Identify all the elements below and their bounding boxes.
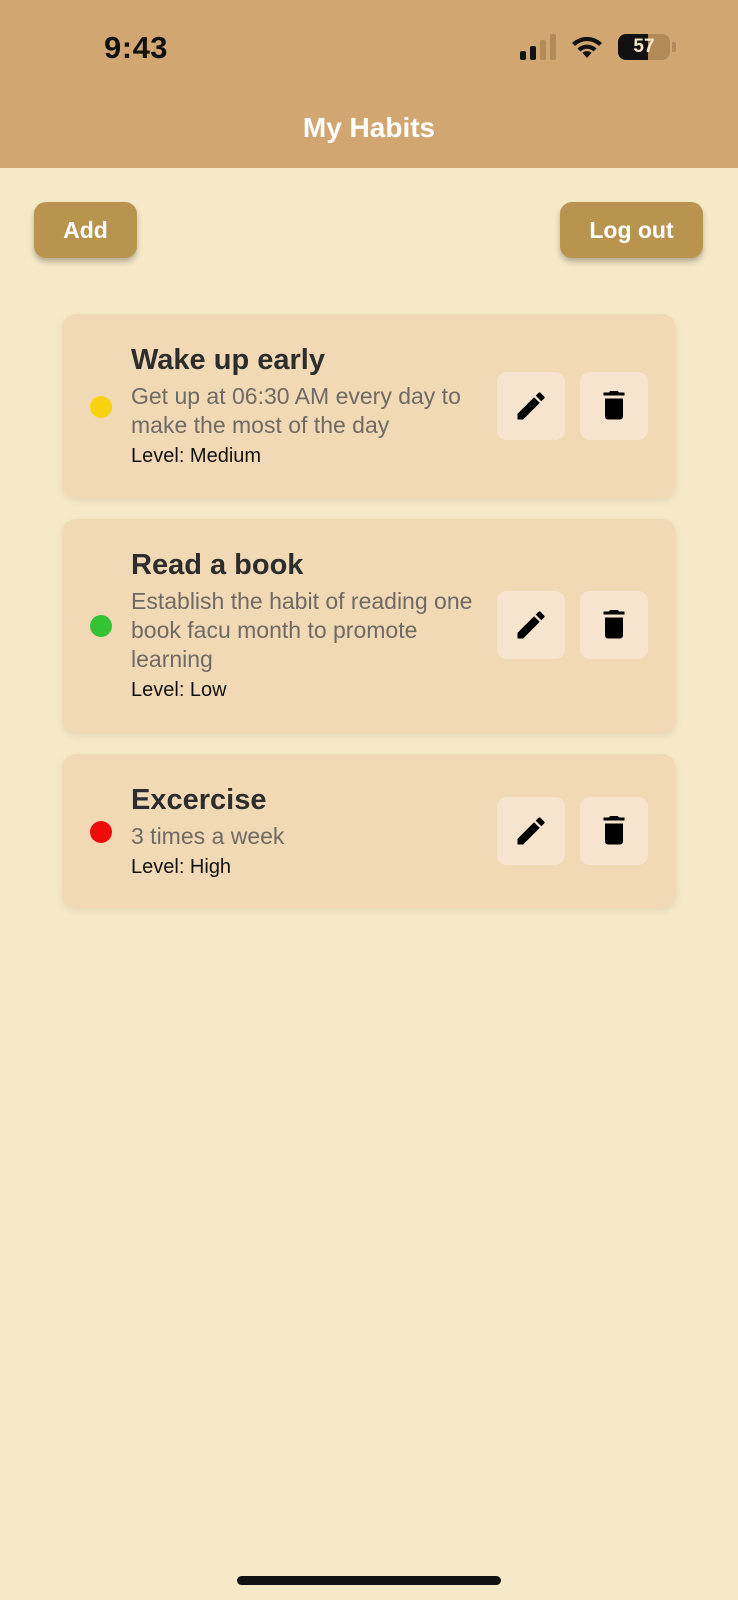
battery-cap [672, 42, 676, 52]
pencil-icon [517, 392, 545, 420]
pencil-icon [517, 611, 545, 639]
habit-card: Wake up early Get up at 06:30 AM every d… [62, 314, 676, 498]
delete-button[interactable] [580, 372, 648, 440]
edit-button[interactable] [497, 372, 565, 440]
trash-icon [603, 816, 625, 845]
habit-description: Get up at 06:30 AM every day to make the… [131, 383, 461, 438]
habit-level: Level: High [131, 856, 232, 878]
delete-button[interactable] [580, 797, 648, 865]
logout-button[interactable]: Log out [560, 202, 703, 258]
page-title: My Habits [302, 112, 436, 143]
habit-level: Level: Medium [131, 445, 262, 467]
habit-description: 3 times a week [131, 823, 285, 849]
habit-description: Establish the habit of reading one book … [131, 588, 473, 672]
level-indicator-dot [90, 396, 112, 418]
home-indicator[interactable] [237, 1576, 501, 1585]
habit-level: Level: Low [131, 679, 227, 701]
habit-card: Excercise 3 times a week Level: High [62, 754, 676, 908]
status-icons: 57 [520, 34, 676, 60]
trash-icon [603, 610, 625, 639]
habit-title: Excercise [131, 784, 267, 816]
edit-button[interactable] [497, 591, 565, 659]
level-indicator-dot [90, 615, 112, 637]
level-indicator-dot [90, 821, 112, 843]
battery-icon: 57 [618, 34, 670, 60]
cellular-signal-icon [520, 34, 556, 60]
habit-title: Read a book [131, 549, 304, 581]
app-header: 9:43 57 My Habits [0, 0, 738, 168]
status-time: 9:43 [104, 30, 169, 65]
wifi-icon [572, 36, 602, 58]
habit-text: Wake up early Get up at 06:30 AM every d… [131, 342, 476, 470]
habit-text: Read a book Establish the habit of readi… [131, 547, 476, 704]
habit-card: Read a book Establish the habit of readi… [62, 519, 676, 733]
pencil-icon [517, 817, 545, 845]
habit-title: Wake up early [131, 344, 325, 376]
trash-icon [603, 391, 625, 420]
edit-button[interactable] [497, 797, 565, 865]
battery-percentage: 57 [633, 36, 655, 57]
habit-text: Excercise 3 times a week Level: High [131, 782, 476, 881]
delete-button[interactable] [580, 591, 648, 659]
add-button[interactable]: Add [34, 202, 137, 258]
